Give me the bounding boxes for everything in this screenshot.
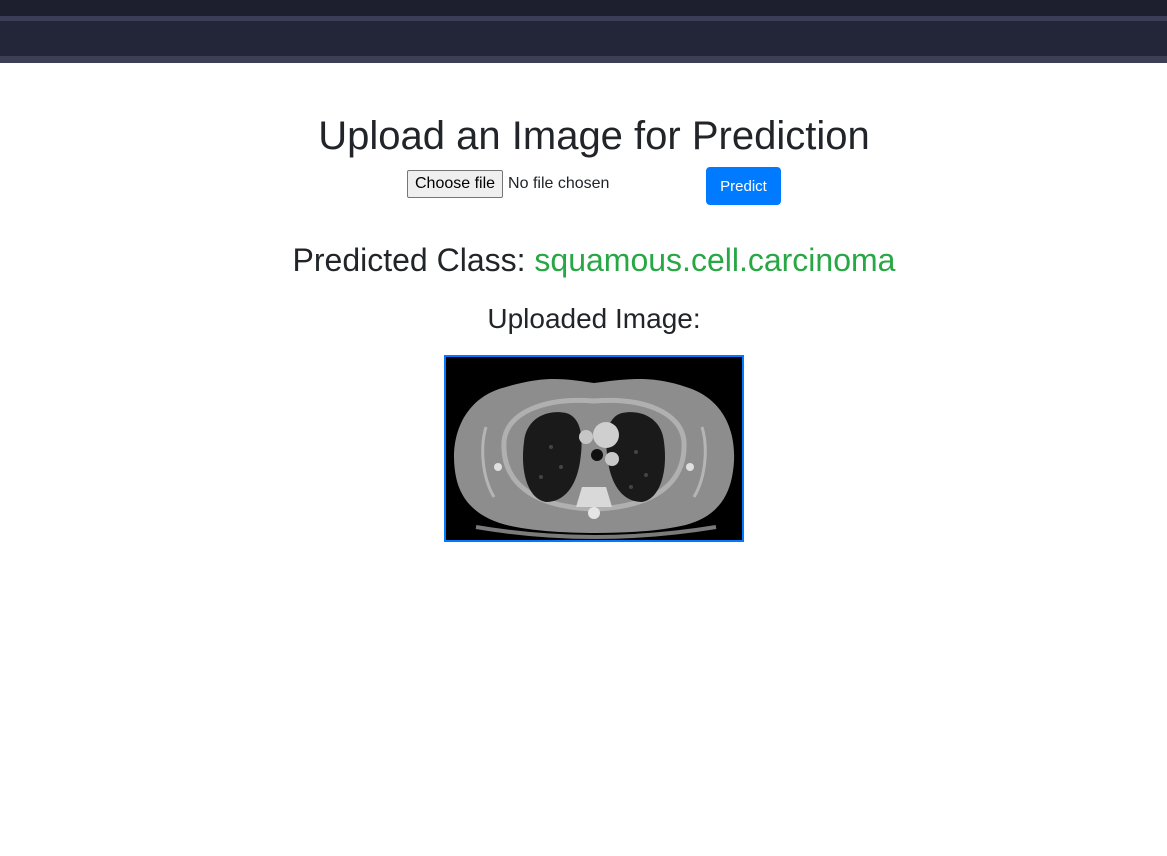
file-input[interactable]: Choose file No file chosen — [407, 170, 609, 198]
choose-file-button[interactable]: Choose file — [407, 170, 504, 198]
predicted-class-value: squamous.cell.carcinoma — [534, 242, 896, 278]
page-title: Upload an Image for Prediction — [318, 114, 870, 158]
prediction-result: Predicted Class: squamous.cell.carcinoma — [0, 240, 1167, 280]
ct-scan-image — [446, 357, 742, 540]
uploaded-image-heading: Uploaded Image: — [487, 303, 701, 334]
top-bar-strip — [0, 0, 1167, 16]
predict-button[interactable]: Predict — [706, 167, 781, 205]
predicted-class-label: Predicted Class: — [292, 242, 526, 278]
top-bar-bottom-edge — [0, 56, 1167, 63]
browser-top-bar — [0, 0, 1167, 63]
uploaded-image — [444, 355, 744, 542]
file-status-text: No file chosen — [508, 175, 610, 192]
top-bar-divider — [0, 16, 1167, 21]
